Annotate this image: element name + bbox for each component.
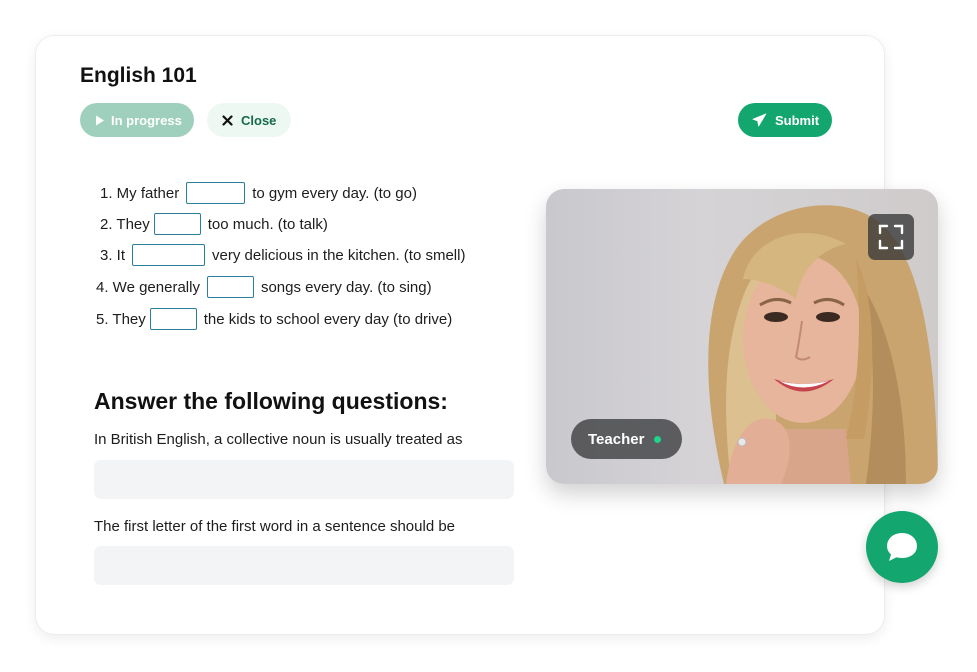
answer-input[interactable]: [94, 460, 514, 499]
answer-input[interactable]: [94, 546, 514, 585]
exercise-prefix: 5. They: [96, 310, 146, 328]
play-icon: [96, 115, 104, 125]
exercise-item: 4. We generally songs every day. (to sin…: [96, 275, 432, 299]
exercise-prefix: 1. My father: [100, 184, 180, 202]
fullscreen-icon: [878, 224, 904, 250]
chat-button[interactable]: [866, 511, 938, 583]
close-label: Close: [241, 112, 277, 128]
online-status-dot: [654, 435, 662, 443]
exercise-prefix: 4. We generally: [96, 278, 200, 296]
exercise-item: 3. It very delicious in the kitchen. (to…: [100, 243, 465, 267]
exercise-blank-input[interactable]: [149, 308, 197, 330]
question-prompt: The first letter of the first word in a …: [94, 518, 456, 535]
question-prompt: In British English, a collective noun is…: [94, 431, 463, 448]
exercise-prefix: 2. They: [100, 215, 150, 233]
close-button[interactable]: Close: [207, 103, 291, 137]
status-label: In progress: [111, 112, 182, 128]
exercise-blank-input[interactable]: [153, 213, 201, 235]
exercise-blank-input[interactable]: [186, 182, 246, 204]
chat-bubble-icon: [887, 533, 917, 561]
exercise-item: 5. They the kids to school every day (to…: [96, 307, 452, 331]
exercise-suffix: the kids to school every day (to drive): [203, 310, 453, 328]
participant-label: Teacher: [588, 430, 645, 448]
lesson-title: English 101: [80, 64, 197, 87]
submit-label: Submit: [775, 112, 820, 128]
exercise-item: 1. My father to gym every day. (to go): [100, 181, 417, 205]
exercise-blank-input[interactable]: [206, 276, 254, 298]
exercise-blank-input[interactable]: [132, 244, 206, 266]
submit-button[interactable]: Submit: [738, 103, 832, 137]
exercise-suffix: very delicious in the kitchen. (to smell…: [212, 246, 466, 264]
exercise-item: 2. They too much. (to talk): [100, 212, 328, 236]
exercise-prefix: 3. It: [100, 246, 126, 264]
send-icon: [752, 113, 767, 127]
status-badge: In progress: [80, 103, 194, 137]
questions-heading: Answer the following questions:: [94, 388, 448, 414]
exercise-suffix: to gym every day. (to go): [252, 184, 417, 202]
exercise-suffix: songs every day. (to sing): [260, 278, 432, 296]
participant-tag: Teacher: [571, 419, 682, 459]
exercise-suffix: too much. (to talk): [207, 215, 328, 233]
x-icon: [222, 114, 233, 126]
fullscreen-button[interactable]: [868, 214, 914, 260]
